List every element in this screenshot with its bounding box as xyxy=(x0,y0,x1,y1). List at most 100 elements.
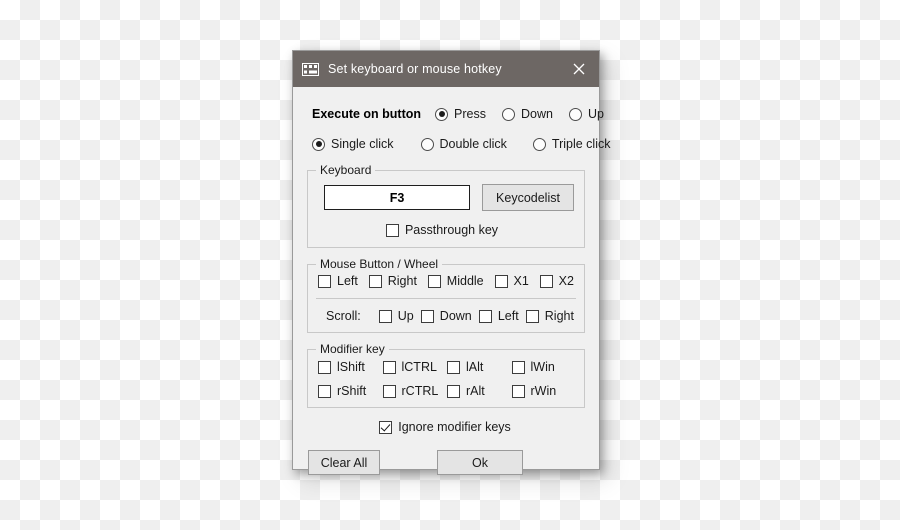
scroll-options: Up Down Left Right xyxy=(367,309,574,323)
checkbox-indicator xyxy=(318,384,331,398)
checkbox-indicator xyxy=(382,360,396,374)
checkbox-ralt[interactable]: rAlt xyxy=(447,384,512,398)
radio-press[interactable]: Press xyxy=(435,107,486,121)
radio-indicator xyxy=(501,107,515,121)
checkbox-rctrl[interactable]: rCTRL xyxy=(382,384,448,398)
radio-indicator xyxy=(312,137,325,151)
checkbox-label: Up xyxy=(397,309,414,323)
checkbox-indicator xyxy=(511,360,525,374)
checkbox-scroll-down[interactable]: Down xyxy=(420,309,472,323)
execute-on-button-label: Execute on button xyxy=(312,107,422,121)
radio-indicator xyxy=(568,107,582,121)
checkbox-indicator xyxy=(368,274,382,288)
clear-all-button[interactable]: Clear All xyxy=(308,450,380,475)
checkbox-label: lShift xyxy=(337,360,365,374)
hotkey-dialog-window: Set keyboard or mouse hotkey Execute on … xyxy=(292,50,611,475)
radio-label: Down xyxy=(520,107,553,121)
checkbox-mouse-x1[interactable]: X1 xyxy=(494,274,529,288)
dialog-body: Execute on button Press Down Up Single c… xyxy=(293,87,611,475)
checkbox-lctrl[interactable]: lCTRL xyxy=(382,360,448,374)
checkbox-indicator xyxy=(318,274,331,288)
checkbox-label: rCTRL xyxy=(401,384,439,398)
checkbox-label: X2 xyxy=(558,274,574,288)
checkbox-lalt[interactable]: lAlt xyxy=(447,360,512,374)
dialog-footer: Clear All Ok xyxy=(307,450,585,475)
radio-down[interactable]: Down xyxy=(501,107,553,121)
checkbox-label: Left xyxy=(497,309,519,323)
keycodelist-button[interactable]: Keycodelist xyxy=(482,184,574,211)
radio-triple-click[interactable]: Triple click xyxy=(532,137,611,151)
checkbox-mouse-left[interactable]: Left xyxy=(318,274,358,288)
checkbox-label: Right xyxy=(387,274,417,288)
keyboard-group: Keyboard F3 Keycodelist Passthrough key xyxy=(307,163,585,248)
mouse-buttons-row: Left Right Middle X1 X2 xyxy=(316,274,576,288)
checkbox-mouse-right[interactable]: Right xyxy=(368,274,417,288)
radio-indicator xyxy=(435,107,449,121)
scroll-row: Scroll: Up Down Left Right xyxy=(316,309,576,323)
title-bar: Set keyboard or mouse hotkey xyxy=(293,51,599,87)
checkbox-label: rShift xyxy=(337,384,367,398)
window-title: Set keyboard or mouse hotkey xyxy=(328,62,502,76)
checkbox-label: lAlt xyxy=(466,360,484,374)
checkbox-mouse-x2[interactable]: X2 xyxy=(539,274,574,288)
radio-indicator xyxy=(532,137,546,151)
scroll-label: Scroll: xyxy=(326,309,361,323)
checkbox-label: rWin xyxy=(530,384,557,398)
checkbox-label: Down xyxy=(439,309,472,323)
keyboard-group-legend: Keyboard xyxy=(316,163,376,177)
radio-label: Single click xyxy=(331,137,394,151)
checkbox-label: Passthrough key xyxy=(404,223,499,237)
checkbox-label: Left xyxy=(337,274,358,288)
checkbox-label: X1 xyxy=(513,274,529,288)
checkbox-scroll-right[interactable]: Right xyxy=(525,309,574,323)
checkbox-indicator xyxy=(378,309,392,323)
execute-on-button-row: Execute on button Press Down Up xyxy=(312,103,604,125)
radio-label: Double click xyxy=(439,137,507,151)
checkbox-indicator xyxy=(494,274,508,288)
radio-double-click[interactable]: Double click xyxy=(420,137,507,151)
modifier-grid: lShift lCTRL lAlt lWin rShift rCTRL rAlt… xyxy=(316,358,576,398)
checkbox-indicator xyxy=(447,384,460,398)
checkbox-label: Ignore modifier keys xyxy=(398,420,511,434)
radio-label: Triple click xyxy=(551,137,611,151)
checkbox-indicator xyxy=(385,223,399,237)
checkbox-scroll-up[interactable]: Up xyxy=(378,309,414,323)
checkbox-label: rAlt xyxy=(466,384,485,398)
modifier-group-legend: Modifier key xyxy=(316,342,389,356)
mouse-group-divider xyxy=(316,298,576,299)
checkbox-indicator xyxy=(478,309,492,323)
ignore-modifier-row: Ignore modifier keys xyxy=(307,420,585,434)
radio-label: Up xyxy=(587,107,604,121)
ok-button[interactable]: Ok xyxy=(437,450,523,475)
close-icon[interactable] xyxy=(559,51,599,87)
checkbox-label: lCTRL xyxy=(401,360,437,374)
keyboard-input-row: F3 Keycodelist xyxy=(318,184,574,211)
checkbox-indicator xyxy=(379,420,393,434)
checkbox-indicator xyxy=(318,360,331,374)
radio-indicator xyxy=(420,137,434,151)
checkbox-label: Right xyxy=(544,309,574,323)
checkbox-ignore-modifier-keys[interactable]: Ignore modifier keys xyxy=(379,420,511,434)
checkbox-rshift[interactable]: rShift xyxy=(318,384,383,398)
checkbox-lwin[interactable]: lWin xyxy=(511,360,577,374)
checkbox-indicator xyxy=(539,274,553,288)
checkbox-label: lWin xyxy=(530,360,555,374)
radio-up[interactable]: Up xyxy=(568,107,604,121)
checkbox-mouse-middle[interactable]: Middle xyxy=(427,274,484,288)
checkbox-indicator xyxy=(511,384,525,398)
mouse-group-legend: Mouse Button / Wheel xyxy=(316,257,443,271)
checkbox-indicator xyxy=(447,360,460,374)
keyboard-icon xyxy=(302,62,319,76)
click-type-row: Single click Double click Triple click xyxy=(312,133,611,155)
checkbox-label: Middle xyxy=(446,274,484,288)
passthrough-row: Passthrough key xyxy=(318,223,574,237)
checkbox-rwin[interactable]: rWin xyxy=(511,384,577,398)
checkbox-indicator xyxy=(420,309,434,323)
radio-single-click[interactable]: Single click xyxy=(312,137,394,151)
checkbox-scroll-left[interactable]: Left xyxy=(478,309,519,323)
checkbox-indicator xyxy=(382,384,396,398)
mouse-group: Mouse Button / Wheel Left Right Middle X… xyxy=(307,257,585,333)
checkbox-passthrough-key[interactable]: Passthrough key xyxy=(385,223,499,237)
hotkey-input[interactable]: F3 xyxy=(324,185,470,210)
checkbox-lshift[interactable]: lShift xyxy=(318,360,383,374)
